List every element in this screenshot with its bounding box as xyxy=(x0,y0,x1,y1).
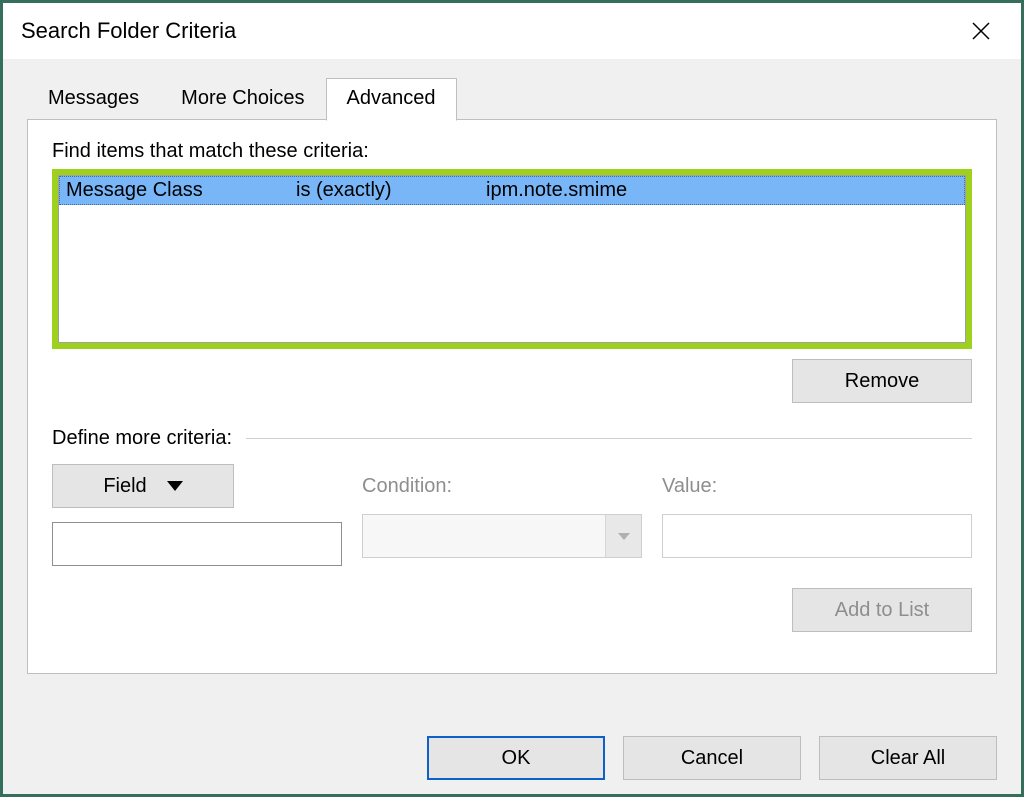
criteria-value: ipm.note.smime xyxy=(486,179,958,202)
field-dropdown-label: Field xyxy=(103,475,146,498)
ok-button[interactable]: OK xyxy=(427,736,605,780)
define-header: Define more criteria: xyxy=(52,427,972,450)
criteria-highlight: Message Class is (exactly) ipm.note.smim… xyxy=(52,169,972,349)
advanced-panel: Find items that match these criteria: Me… xyxy=(27,119,997,674)
add-to-list-button[interactable]: Add to List xyxy=(792,588,972,632)
divider-line xyxy=(246,438,972,439)
value-column: Value: xyxy=(662,464,972,558)
value-input[interactable] xyxy=(662,514,972,558)
define-label: Define more criteria: xyxy=(52,427,232,450)
tab-messages[interactable]: Messages xyxy=(27,78,160,121)
condition-label: Condition: xyxy=(362,464,642,508)
value-label: Value: xyxy=(662,464,972,508)
criteria-field: Message Class xyxy=(66,179,296,202)
dialog-content: Messages More Choices Advanced Find item… xyxy=(3,59,1021,674)
field-column: Field xyxy=(52,464,342,566)
condition-combo-arrow[interactable] xyxy=(605,515,641,557)
condition-combo[interactable] xyxy=(362,514,642,558)
define-section: Define more criteria: Field xyxy=(52,427,972,632)
tab-strip: Messages More Choices Advanced xyxy=(27,77,997,120)
chevron-down-icon xyxy=(167,481,183,491)
clear-all-button[interactable]: Clear All xyxy=(819,736,997,780)
dialog-title: Search Folder Criteria xyxy=(21,18,236,44)
criteria-condition: is (exactly) xyxy=(296,179,486,202)
define-grid: Field Condition: xyxy=(52,464,972,566)
criteria-list[interactable]: Message Class is (exactly) ipm.note.smim… xyxy=(58,175,966,343)
tab-advanced[interactable]: Advanced xyxy=(326,78,457,121)
condition-combo-box xyxy=(363,515,605,557)
cancel-button[interactable]: Cancel xyxy=(623,736,801,780)
chevron-down-icon xyxy=(618,533,630,540)
criteria-row[interactable]: Message Class is (exactly) ipm.note.smim… xyxy=(59,176,965,205)
field-dropdown-button[interactable]: Field xyxy=(52,464,234,508)
condition-column: Condition: xyxy=(362,464,642,558)
remove-button[interactable]: Remove xyxy=(792,359,972,403)
dialog-footer: OK Cancel Clear All xyxy=(427,736,997,780)
close-icon xyxy=(972,22,990,40)
field-name-input[interactable] xyxy=(52,522,342,566)
dialog-window: Search Folder Criteria Messages More Cho… xyxy=(0,0,1024,797)
titlebar: Search Folder Criteria xyxy=(3,3,1021,59)
close-button[interactable] xyxy=(959,9,1003,53)
addlist-row: Add to List xyxy=(52,588,972,632)
find-items-label: Find items that match these criteria: xyxy=(52,140,972,163)
tab-more-choices[interactable]: More Choices xyxy=(160,78,325,121)
remove-row: Remove xyxy=(52,359,972,403)
